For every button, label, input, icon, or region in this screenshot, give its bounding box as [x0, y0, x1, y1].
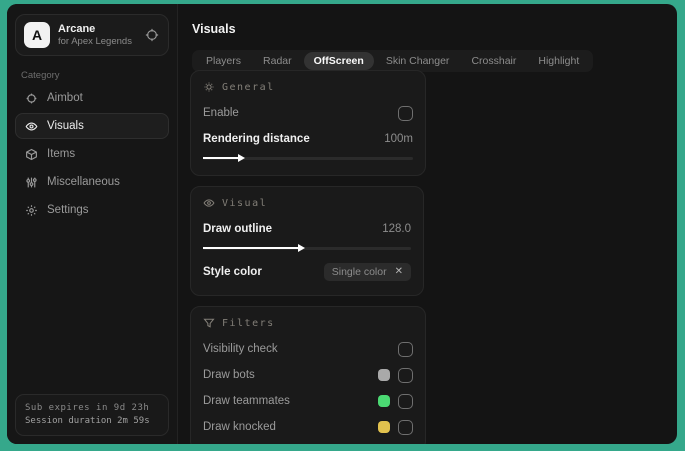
general-panel: General Enable Rendering distance 100m	[190, 70, 426, 176]
subscription-info-card: Sub expires in 9d 23h Session duration 2…	[15, 394, 169, 436]
draw-knocked-row: Draw knocked	[203, 416, 413, 438]
draw-bots-color-swatch[interactable]	[378, 369, 390, 381]
draw-teammates-color-swatch[interactable]	[378, 395, 390, 407]
sidebar-item-label: Settings	[47, 204, 89, 216]
sidebar-item-label: Visuals	[47, 120, 84, 132]
funnel-icon	[203, 318, 215, 328]
draw-knocked-checkbox[interactable]	[398, 419, 413, 435]
sidebar: A Arcane for Apex Legends Category Aimbo…	[7, 4, 178, 444]
panel-title: Visual	[222, 197, 268, 209]
enable-label: Enable	[203, 107, 239, 119]
eye-icon	[203, 199, 215, 207]
draw-teammates-label: Draw teammates	[203, 395, 290, 407]
enable-row: Enable	[203, 102, 413, 124]
draw-bots-checkbox[interactable]	[398, 367, 413, 383]
draw-bots-row: Draw bots	[203, 364, 413, 386]
tab-crosshair[interactable]: Crosshair	[461, 52, 526, 70]
draw-outline-value: 128.0	[382, 223, 411, 235]
tab-bar: Players Radar OffScreen Skin Changer Cro…	[192, 50, 594, 72]
slider-fill	[203, 153, 245, 162]
style-color-select[interactable]: Single color ✕	[323, 263, 411, 281]
sidebar-item-label: Items	[47, 148, 76, 160]
clear-icon[interactable]: ✕	[395, 267, 403, 277]
draw-knocked-color-swatch[interactable]	[378, 421, 390, 433]
crosshair-target-icon[interactable]	[144, 27, 160, 43]
visual-panel-header: Visual	[203, 197, 411, 209]
eye-icon	[24, 119, 38, 133]
panel-title: Filters	[222, 317, 275, 329]
app-subtitle: for Apex Legends	[58, 35, 132, 47]
draw-teammates-checkbox[interactable]	[398, 393, 413, 409]
app-window: A Arcane for Apex Legends Category Aimbo…	[7, 4, 677, 444]
visual-panel: Visual Draw outline 128.0 Style color Si…	[190, 186, 424, 296]
draw-outline-row: Draw outline 128.0	[203, 218, 411, 240]
draw-outline-slider[interactable]	[203, 243, 411, 253]
crosshair-icon	[24, 91, 38, 105]
sun-gear-icon	[204, 82, 214, 92]
sub-expires-text: Sub expires in 9d 23h	[25, 403, 150, 413]
sidebar-item-items[interactable]: Items	[15, 141, 169, 167]
sidebar-item-label: Miscellaneous	[47, 176, 120, 188]
sidebar-item-visuals[interactable]: Visuals	[15, 113, 169, 139]
sidebar-nav: Aimbot Visuals Items Miscellaneous Setti…	[7, 85, 177, 223]
tab-skin-changer[interactable]: Skin Changer	[376, 52, 460, 70]
draw-bots-label: Draw bots	[203, 369, 255, 381]
sidebar-item-settings[interactable]: Settings	[15, 197, 169, 223]
sidebar-item-label: Aimbot	[47, 92, 83, 104]
app-title: Arcane	[58, 22, 96, 35]
brand-text: Arcane for Apex Legends	[58, 23, 136, 48]
slider-track	[203, 243, 411, 252]
filters-panel-header: Filters	[203, 317, 413, 329]
filters-panel: Filters Visibility check Draw bots Draw …	[190, 306, 426, 444]
tab-offscreen[interactable]: OffScreen	[303, 52, 374, 70]
page-title: Visuals	[192, 22, 236, 36]
style-color-selected-option: Single color	[331, 266, 387, 278]
session-duration-text: Session duration 2m 59s	[25, 416, 150, 426]
rendering-distance-label: Rendering distance	[203, 133, 310, 145]
tab-players[interactable]: Players	[196, 52, 251, 70]
rendering-distance-slider[interactable]	[203, 153, 413, 163]
rendering-distance-row: Rendering distance 100m	[203, 128, 413, 150]
visibility-check-row: Visibility check	[203, 338, 413, 360]
category-label: Category	[21, 70, 60, 81]
gear-icon	[24, 203, 38, 217]
tab-highlight[interactable]: Highlight	[528, 52, 589, 70]
general-panel-header: General	[203, 81, 413, 93]
slider-fill	[203, 243, 305, 252]
draw-knocked-label: Draw knocked	[203, 421, 276, 433]
tab-radar[interactable]: Radar	[253, 52, 302, 70]
draw-teammates-row: Draw teammates	[203, 390, 413, 412]
enable-checkbox[interactable]	[398, 105, 413, 121]
cube-icon	[24, 147, 38, 161]
slider-track	[203, 153, 413, 162]
rendering-distance-value: 100m	[384, 133, 413, 145]
sidebar-item-aimbot[interactable]: Aimbot	[15, 85, 169, 111]
brand-card: A Arcane for Apex Legends	[15, 14, 169, 56]
app-logo: A	[24, 22, 50, 48]
style-color-row: Style color Single color ✕	[203, 261, 411, 283]
visibility-check-label: Visibility check	[203, 343, 278, 355]
sliders-icon	[24, 175, 38, 189]
panels-area: General Enable Rendering distance 100m V…	[190, 70, 667, 444]
panel-title: General	[222, 81, 275, 93]
style-color-label: Style color	[203, 266, 262, 278]
sidebar-item-miscellaneous[interactable]: Miscellaneous	[15, 169, 169, 195]
visibility-check-checkbox[interactable]	[398, 341, 413, 357]
draw-outline-label: Draw outline	[203, 223, 273, 235]
main-content: Visuals Players Radar OffScreen Skin Cha…	[178, 4, 677, 444]
